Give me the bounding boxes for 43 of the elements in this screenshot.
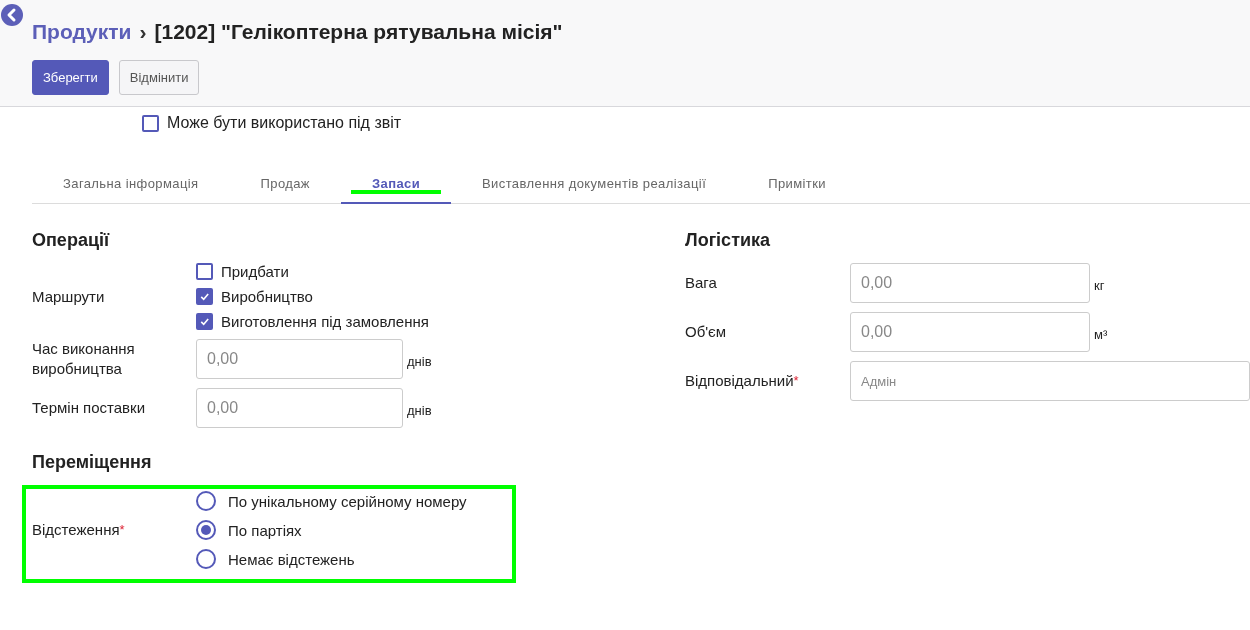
radio-button[interactable]	[196, 520, 216, 540]
record-title: [1202] "Гелікоптерна рятувальна місія"	[154, 20, 563, 44]
checkbox[interactable]	[196, 288, 213, 305]
field-label: Час виконання виробництва	[32, 339, 136, 379]
radio-button[interactable]	[196, 491, 216, 511]
radio-label: По унікальному серійному номеру	[228, 492, 467, 510]
tab[interactable]: Загальна інформація	[32, 166, 230, 204]
field-label: Об'єм	[685, 323, 727, 340]
unit-label: м³	[1094, 325, 1108, 342]
field-label: Відстеження*	[32, 521, 125, 538]
unit-label: днів	[407, 401, 432, 418]
tab[interactable]: Виставлення документів реалізації	[451, 166, 738, 204]
radio-label: По партіях	[228, 521, 302, 539]
tab[interactable]: Продаж	[229, 166, 341, 204]
save-button[interactable]: Зберегти	[32, 60, 109, 95]
checkbox-label: Виготовлення під замовлення	[221, 313, 429, 330]
breadcrumb-separator: ›	[139, 20, 147, 44]
unit-label: кг	[1094, 276, 1105, 293]
section-heading: Операції	[32, 230, 111, 251]
field-label: Вага	[685, 274, 717, 291]
tab[interactable]: Запаси	[340, 166, 452, 204]
radio-button[interactable]	[196, 549, 216, 569]
number-field[interactable]: 0,00	[850, 312, 1090, 352]
number-field[interactable]: 0,00	[196, 339, 403, 379]
tab[interactable]: Примітки	[737, 166, 857, 204]
number-field[interactable]: 0,00	[850, 263, 1090, 303]
number-field[interactable]: 0,00	[196, 388, 403, 428]
unit-label: днів	[407, 352, 432, 369]
checkbox[interactable]	[142, 114, 159, 132]
section-heading: Логістика	[685, 230, 772, 251]
checkbox-label: Придбати	[221, 263, 289, 280]
checkbox[interactable]	[196, 263, 213, 280]
field-label: Відповідальний*	[685, 372, 799, 389]
discard-button[interactable]: Відмінити	[118, 60, 200, 95]
field-label: Термін поставки	[32, 398, 147, 418]
select-field[interactable]: Адмін	[850, 361, 1250, 401]
breadcrumb-link[interactable]: Продукти	[32, 20, 132, 44]
field-label: Маршрути	[32, 286, 106, 307]
checkbox[interactable]	[196, 313, 213, 330]
section-heading: Переміщення	[32, 452, 153, 473]
checkbox-label: Виробництво	[221, 288, 313, 305]
radio-label: Немає відстежень	[228, 550, 355, 568]
checkbox-label: Може бути використано під звіт	[167, 114, 402, 132]
